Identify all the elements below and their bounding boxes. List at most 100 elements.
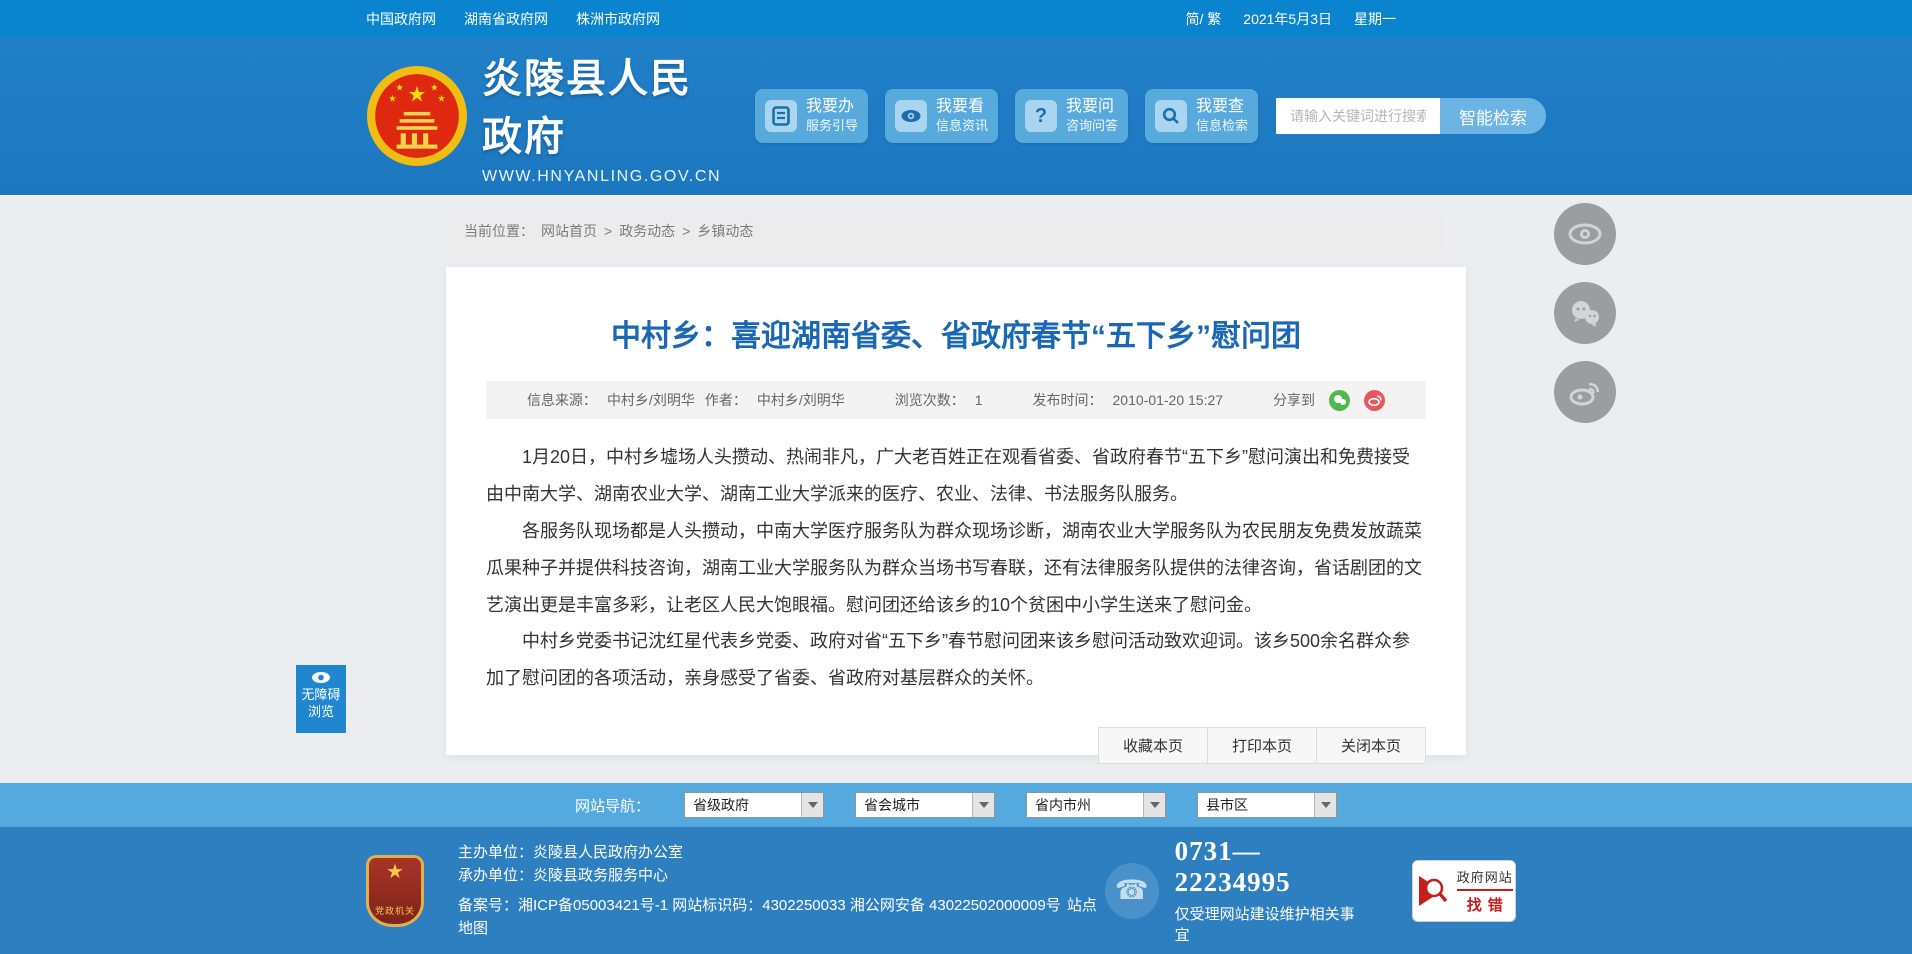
breadcrumb-home[interactable]: 网站首页 [541, 221, 597, 241]
chevron-down-icon [1143, 793, 1165, 817]
select-provincial-gov[interactable]: 省级政府 [684, 792, 824, 818]
breadcrumb-label: 当前位置： [464, 221, 534, 241]
eye-icon [311, 671, 331, 684]
topbar-right: 简/ 繁 2021年5月3日 星期一 [1186, 9, 1547, 29]
breadcrumb-separator: > [682, 223, 690, 239]
current-date: 2021年5月3日 [1243, 9, 1332, 29]
meta-publish-time: 2010-01-20 15:27 [1113, 392, 1224, 408]
eye-icon [895, 100, 927, 132]
chevron-down-icon [801, 793, 823, 817]
eye-icon [1568, 223, 1602, 245]
question-icon: ? [1025, 100, 1057, 132]
weibo-icon [1568, 378, 1602, 406]
footer-phone: ☎ 0731—22234995 仅受理网站建设维护相关事宜 [1105, 836, 1370, 945]
meta-publish-label: 发布时间： [1033, 390, 1103, 410]
chevron-down-icon [972, 793, 994, 817]
error-badge-line1: 政府网站 [1457, 867, 1513, 891]
footer: ★ 党政机关 主办单位：炎陵县人民政府办公室 承办单位：炎陵县政务服务中心 备案… [0, 827, 1912, 954]
search-input[interactable] [1276, 98, 1440, 134]
quick-link-title: 我要查 [1196, 97, 1248, 118]
article-paragraph: 各服务队现场都是人头攒动，中南大学医疗服务队为群众现场诊断，湖南农业大学服务队为… [486, 513, 1426, 624]
search-icon [1155, 100, 1187, 132]
meta-author: 中村乡/刘明华 [757, 390, 845, 410]
select-value: 省内市州 [1027, 795, 1091, 815]
breadcrumb-news[interactable]: 政务动态 [619, 221, 675, 241]
svg-text:★: ★ [437, 94, 445, 104]
quick-link-title: 我要看 [936, 97, 988, 118]
meta-source-label: 信息来源： [527, 390, 597, 410]
meta-views-label: 浏览次数： [895, 390, 965, 410]
quick-link-news[interactable]: 我要看 信息资讯 [885, 89, 998, 143]
a11y-label-line1: 无障碍 [296, 686, 346, 703]
organizer-label: 承办单位： [458, 867, 533, 884]
quick-link-title: 我要办 [806, 97, 858, 118]
article-card: 中村乡：喜迎湖南省委、省政府春节“五下乡”慰问团 信息来源：中村乡/刘明华 作者… [446, 267, 1466, 755]
error-badge-line2: 找错 [1463, 894, 1513, 915]
svg-text:★: ★ [396, 83, 404, 93]
current-weekday: 星期一 [1354, 9, 1396, 29]
link-zhuzhou-gov[interactable]: 株洲市政府网 [576, 9, 660, 29]
select-value: 省会城市 [856, 795, 920, 815]
phone-number: 0731—22234995 [1175, 836, 1370, 898]
meta-source: 中村乡/刘明华 [607, 390, 695, 410]
svg-text:★: ★ [430, 83, 438, 93]
site-header: ★ ★ ★ ★ ★ 炎陵县人民政府 WWW.HNYANLING.GOV.CN [0, 37, 1912, 195]
quick-link-service[interactable]: 我要办 服务引导 [755, 89, 868, 143]
breadcrumb-separator: > [604, 223, 612, 239]
wechat-tool-button[interactable] [1554, 282, 1616, 344]
side-tools [1554, 203, 1616, 423]
host-label: 主办单位： [458, 844, 533, 861]
link-china-gov[interactable]: 中国政府网 [366, 9, 436, 29]
weibo-share-icon[interactable] [1364, 390, 1385, 411]
bookmark-page-button[interactable]: 收藏本页 [1098, 727, 1208, 764]
quick-link-subtitle: 信息检索 [1196, 118, 1248, 135]
national-emblem-icon: ★ ★ ★ ★ ★ [366, 65, 468, 167]
select-capital-cities[interactable]: 省会城市 [855, 792, 995, 818]
breadcrumb-township[interactable]: 乡镇动态 [697, 221, 753, 241]
quick-links: 我要办 服务引导 我要看 信息资讯 ? 我要问 [755, 89, 1258, 143]
select-value: 省级政府 [685, 795, 749, 815]
select-counties[interactable]: 县市区 [1197, 792, 1337, 818]
main-area: 当前位置： 网站首页 > 政务动态 > 乡镇动态 中村乡：喜迎湖南省委、省政府春… [0, 195, 1912, 783]
article-paragraph: 中村乡党委书记沈红星代表乡党委、政府对省“五下乡”春节慰问团来该乡慰问活动致欢迎… [486, 623, 1426, 697]
organizer-value: 炎陵县政务服务中心 [533, 867, 668, 884]
share-label: 分享到 [1273, 390, 1315, 410]
wechat-share-icon[interactable] [1329, 390, 1350, 411]
quick-link-subtitle: 信息资讯 [936, 118, 988, 135]
quick-link-ask[interactable]: ? 我要问 咨询问答 [1015, 89, 1128, 143]
wechat-icon [1568, 299, 1602, 327]
article-body: 1月20日，中村乡墟场人头攒动、热闹非凡，广大老百姓正在观看省委、省政府春节“五… [486, 439, 1426, 697]
site-url: WWW.HNYANLING.GOV.CN [482, 168, 729, 186]
meta-author-label: 作者： [705, 390, 747, 410]
link-hunan-gov[interactable]: 湖南省政府网 [464, 9, 548, 29]
footer-nav-label: 网站导航： [575, 795, 650, 816]
a11y-label-line2: 浏览 [296, 703, 346, 720]
view-tool-button[interactable] [1554, 203, 1616, 265]
select-value: 县市区 [1198, 795, 1248, 815]
icp-beian: 备案号：湘ICP备05003421号-1 网站标识码：4302250033 湘公… [458, 897, 1061, 914]
phone-note: 仅受理网站建设维护相关事宜 [1175, 903, 1370, 945]
quick-link-title: 我要问 [1066, 97, 1118, 118]
gov-links: 中国政府网 湖南省政府网 株洲市政府网 [366, 9, 660, 29]
close-page-button[interactable]: 关闭本页 [1316, 727, 1426, 764]
site-logo[interactable]: ★ ★ ★ ★ ★ 炎陵县人民政府 WWW.HNYANLING.GOV.CN [366, 46, 729, 186]
breadcrumb: 当前位置： 网站首页 > 政务动态 > 乡镇动态 [446, 211, 1446, 251]
accessibility-browse-button[interactable]: 无障碍 浏览 [296, 665, 346, 733]
print-page-button[interactable]: 打印本页 [1207, 727, 1317, 764]
chevron-down-icon [1314, 793, 1336, 817]
lang-toggle[interactable]: 简/ 繁 [1186, 9, 1222, 29]
article-actions: 收藏本页 打印本页 关闭本页 [486, 727, 1426, 764]
weibo-tool-button[interactable] [1554, 361, 1616, 423]
meta-views: 1 [975, 392, 983, 408]
smart-search-button[interactable]: 智能检索 [1440, 98, 1546, 134]
quick-link-search[interactable]: 我要查 信息检索 [1145, 89, 1258, 143]
gov-site-error-report-button[interactable]: 政府网站 找错 [1412, 860, 1516, 922]
footer-nav: 网站导航： 省级政府 省会城市 省内市州 县市区 [0, 783, 1912, 827]
party-gov-badge-icon: ★ 党政机关 [366, 855, 424, 927]
phone-icon: ☎ [1105, 863, 1159, 919]
select-province-cities[interactable]: 省内市州 [1026, 792, 1166, 818]
article-meta: 信息来源： 中村乡/刘明华 作者： 中村乡/刘明华 浏览次数： 1 发布时间： 2010… [486, 381, 1426, 419]
badge-label: 党政机关 [375, 904, 415, 917]
svg-text:★: ★ [407, 83, 426, 107]
page: 中国政府网 湖南省政府网 株洲市政府网 简/ 繁 2021年5月3日 星期一 ★… [0, 0, 1912, 954]
